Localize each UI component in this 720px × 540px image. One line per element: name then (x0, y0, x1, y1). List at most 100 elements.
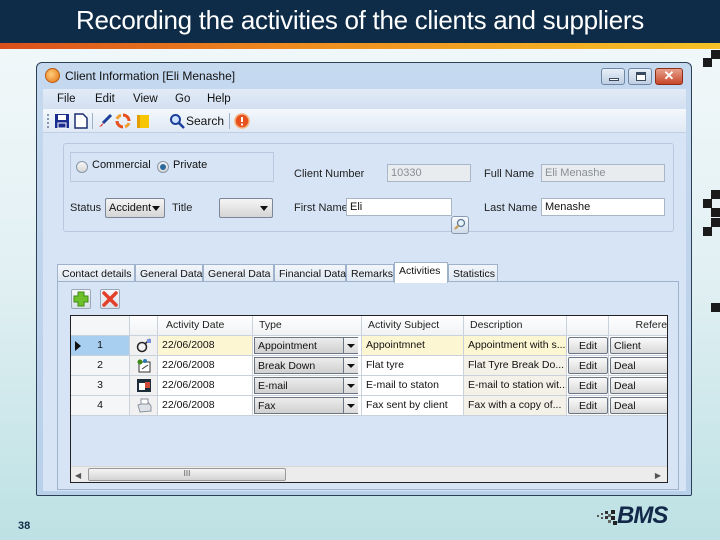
refresh-icon[interactable] (115, 113, 131, 129)
table-row[interactable]: 1 22/06/2008 Appointment Appointmnet App… (71, 336, 667, 356)
full-name-field[interactable]: Eli Menashe (541, 164, 665, 182)
commercial-radio-label[interactable]: Commercial (92, 159, 151, 171)
tab-statistics[interactable]: Statistics (448, 264, 498, 282)
column-header-type[interactable]: Type (253, 316, 362, 336)
menu-view[interactable]: View (133, 93, 158, 105)
activity-date-cell[interactable]: 22/06/2008 (158, 376, 253, 396)
first-name-field[interactable]: Eli (346, 198, 452, 216)
activities-panel: Activity Date Type Activity Subject Desc… (57, 281, 679, 490)
menu-edit[interactable]: Edit (95, 93, 115, 105)
reference-button[interactable]: Deal (610, 357, 667, 374)
toolbar: Search (43, 109, 686, 133)
type-value: Break Down (258, 360, 316, 372)
new-document-icon[interactable] (73, 113, 89, 129)
slide-accent-stripe (0, 43, 720, 49)
activities-grid: Activity Date Type Activity Subject Desc… (70, 315, 668, 483)
edit-button[interactable]: Edit (568, 377, 608, 394)
delete-icon (102, 291, 118, 307)
minimize-icon (609, 78, 619, 81)
close-icon: ✕ (663, 68, 675, 83)
description-cell[interactable]: Fax with a copy of... (464, 396, 567, 416)
edit-button[interactable]: Edit (568, 337, 608, 354)
tab-remarks[interactable]: Remarks (346, 264, 394, 282)
tab-activities[interactable]: Activities (394, 262, 448, 283)
chevron-down-icon[interactable] (343, 378, 358, 393)
type-dropdown[interactable]: Break Down (254, 357, 358, 374)
chevron-down-icon[interactable] (343, 338, 358, 353)
edit-cell: Edit (567, 356, 609, 376)
type-cell[interactable]: Fax (253, 396, 362, 416)
activity-subject-cell[interactable]: Fax sent by client (362, 396, 464, 416)
menu-go[interactable]: Go (175, 93, 190, 105)
search-button-label[interactable]: Search (186, 114, 224, 128)
decorative-square (711, 208, 720, 217)
activity-date-cell[interactable]: 22/06/2008 (158, 336, 253, 356)
help-icon[interactable] (234, 113, 250, 129)
type-cell[interactable]: Break Down (253, 356, 362, 376)
row-header[interactable]: 1 (71, 336, 130, 356)
edit-button[interactable]: Edit (568, 397, 608, 414)
add-activity-button[interactable] (71, 289, 91, 309)
commercial-radio[interactable] (76, 161, 88, 173)
row-header[interactable]: 3 (71, 376, 130, 396)
scroll-right-arrow-icon[interactable]: ▶ (655, 471, 661, 480)
status-dropdown[interactable]: Accident (105, 198, 165, 218)
tab-general-data[interactable]: General Data (135, 264, 203, 282)
row-header[interactable]: 2 (71, 356, 130, 376)
activity-date-cell[interactable]: 22/06/2008 (158, 396, 253, 416)
scrollbar-thumb[interactable]: III (88, 468, 286, 481)
search-icon[interactable] (169, 113, 185, 129)
private-radio[interactable] (157, 161, 169, 173)
tab-general-data-2[interactable]: General Data (203, 264, 274, 282)
delete-activity-button[interactable] (100, 289, 120, 309)
scroll-left-arrow-icon[interactable]: ◀ (75, 471, 81, 480)
tab-financial-data[interactable]: Financial Data (274, 264, 346, 282)
type-cell[interactable]: E-mail (253, 376, 362, 396)
activity-date-cell[interactable]: 22/06/2008 (158, 356, 253, 376)
table-row[interactable]: 2 22/06/2008 Break Down Flat tyre Flat T… (71, 356, 667, 376)
type-dropdown[interactable]: Appointment (254, 337, 358, 354)
chevron-down-icon[interactable] (343, 398, 358, 413)
chevron-down-icon[interactable] (343, 358, 358, 373)
horizontal-scrollbar[interactable]: ◀ III ▶ (71, 466, 667, 482)
client-number-field[interactable]: 10330 (387, 164, 471, 182)
type-dropdown[interactable]: Fax (254, 397, 358, 414)
clear-brush-icon[interactable] (97, 113, 113, 129)
reference-button[interactable]: Deal (610, 377, 667, 394)
last-name-field[interactable]: Menashe (541, 198, 665, 216)
reference-button[interactable]: Deal (610, 397, 667, 414)
activity-subject-cell[interactable]: Appointmnet (362, 336, 464, 356)
activity-type-icon-cell (130, 336, 158, 356)
reference-button[interactable]: Client (610, 337, 667, 354)
type-cell[interactable]: Appointment (253, 336, 362, 356)
description-cell[interactable]: Flat Tyre Break Do... (464, 356, 567, 376)
toolbar-grip[interactable] (47, 114, 49, 128)
save-icon[interactable] (54, 113, 70, 129)
client-header-panel: Commercial Private Status Accident Title… (63, 143, 674, 232)
maximize-button[interactable] (628, 68, 652, 85)
lookup-button[interactable] (451, 216, 469, 234)
window-titlebar[interactable]: Client Information [Eli Menashe] ✕ (37, 63, 691, 89)
activity-subject-cell[interactable]: E-mail to staton (362, 376, 464, 396)
menu-bar: File Edit View Go Help (43, 89, 686, 109)
table-row[interactable]: 4 22/06/2008 Fax Fax sent by client Fax … (71, 396, 667, 416)
folder-icon[interactable] (135, 113, 151, 129)
table-row[interactable]: 3 22/06/2008 E-mail E-mail to staton E-m… (71, 376, 667, 396)
close-button[interactable]: ✕ (655, 68, 683, 85)
column-header-reference[interactable]: Reference (609, 316, 667, 336)
private-radio-label[interactable]: Private (173, 159, 207, 171)
menu-help[interactable]: Help (207, 93, 231, 105)
column-header-activity-date[interactable]: Activity Date (158, 316, 253, 336)
column-header-description[interactable]: Description (464, 316, 567, 336)
type-dropdown[interactable]: E-mail (254, 377, 358, 394)
row-header[interactable]: 4 (71, 396, 130, 416)
tab-contact-details[interactable]: Contact details (57, 264, 135, 282)
column-header-activity-subject[interactable]: Activity Subject (362, 316, 464, 336)
description-cell[interactable]: Appointment with s... (464, 336, 567, 356)
description-cell[interactable]: E-mail to station wit... (464, 376, 567, 396)
activity-subject-cell[interactable]: Flat tyre (362, 356, 464, 376)
edit-button[interactable]: Edit (568, 357, 608, 374)
title-dropdown[interactable] (219, 198, 273, 218)
minimize-button[interactable] (601, 68, 625, 85)
menu-file[interactable]: File (57, 93, 76, 105)
